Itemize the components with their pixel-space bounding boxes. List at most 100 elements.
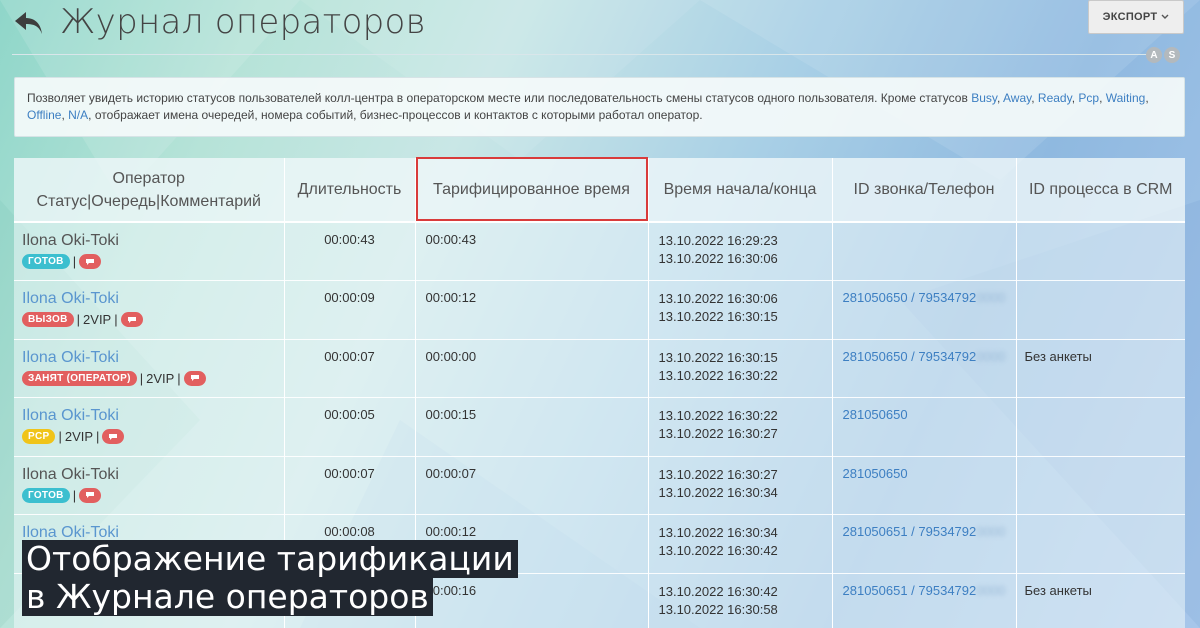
time-cell: 13.10.2022 16:30:06 13.10.2022 16:30:15 (648, 280, 833, 340)
info-text-2: , отображает имена очередей, номера собы… (88, 108, 703, 122)
comment-icon[interactable] (183, 370, 206, 386)
duration-cell: 00:00:43 (284, 222, 416, 281)
status-link-na[interactable]: N/A (68, 108, 88, 122)
start-time: 13.10.2022 16:30:22 (658, 408, 778, 424)
call-link[interactable]: 281050650 (843, 466, 908, 481)
end-time: 13.10.2022 16:30:34 (658, 484, 778, 500)
separator: | (76, 312, 81, 328)
status-link-waiting[interactable]: Waiting (1106, 91, 1146, 105)
status-link-offline[interactable]: Offline (27, 108, 61, 122)
duration-cell: 00:00:07 (284, 339, 416, 398)
comment-icon[interactable] (120, 312, 143, 328)
call-cell: 281050650 (832, 456, 1017, 515)
caption-overlay: Отображение тарификации в Журнале операт… (22, 540, 518, 616)
caption-line-1: Отображение тарификации (22, 540, 518, 578)
separator: | (72, 487, 77, 503)
phone-blurred: 0000 (976, 583, 1006, 599)
start-time: 13.10.2022 16:30:27 (658, 466, 778, 482)
col-crm-id[interactable]: ID процесса в CRM (1016, 158, 1185, 223)
status-badge: ВЫЗОВ (22, 312, 74, 328)
call-link[interactable]: 281050651 / 79534792 (843, 524, 977, 539)
status-badge: ГОТОВ (22, 254, 70, 269)
page-title: Журнал операторов (60, 2, 426, 42)
duration-cell: 00:00:05 (284, 397, 416, 457)
col-operator-line2: Статус|Очередь|Комментарий (36, 192, 261, 210)
call-cell: 281050650 / 795347920000 (832, 339, 1017, 398)
call-cell: 281050650 (832, 397, 1017, 457)
badge-s[interactable]: S (1164, 47, 1180, 63)
table-row[interactable]: Ilona Oki-Toki ЗАНЯТ (ОПЕРАТОР) | 2VIP | 0… (14, 339, 1185, 398)
header-divider (12, 54, 1147, 55)
table-header-row: Оператор Статус|Очередь|Комментарий Длит… (14, 157, 1185, 223)
col-tariffed[interactable]: Тарифицированное время (415, 157, 649, 223)
separator: | (139, 370, 144, 386)
crm-cell: Без анкеты (1024, 583, 1092, 599)
time-cell: 13.10.2022 16:30:15 13.10.2022 16:30:22 (648, 339, 833, 398)
col-start-end[interactable]: Время начала/конца (648, 158, 833, 223)
info-panel: Позволяет увидеть историю статусов польз… (14, 77, 1185, 137)
crm-cell: Без анкеты (1024, 348, 1092, 364)
call-link[interactable]: 281050650 (843, 407, 908, 422)
duration-cell: 00:00:07 (284, 456, 416, 515)
crm-cell (1016, 456, 1185, 515)
table-row[interactable]: Ilona Oki-Toki PCP | 2VIP | 00:00:05 00:00… (14, 397, 1185, 457)
page-header: Журнал операторов ЭКСПОРТ A S (0, 0, 1200, 63)
call-link[interactable]: 281050650 / 79534792 (843, 290, 977, 305)
start-time: 13.10.2022 16:30:06 (658, 291, 778, 307)
time-cell: 13.10.2022 16:30:27 13.10.2022 16:30:34 (648, 456, 833, 515)
tariffed-cell: 00:00:00 (415, 339, 649, 398)
col-call-id[interactable]: ID звонка/Телефон (832, 158, 1017, 223)
end-time: 13.10.2022 16:30:15 (658, 309, 778, 325)
back-arrow-icon[interactable] (12, 6, 46, 40)
comment-icon[interactable] (102, 429, 125, 445)
table-row[interactable]: Ilona Oki-Toki ВЫЗОВ | 2VIP | 00:00:09 00:… (14, 280, 1185, 340)
status-link-ready[interactable]: Ready (1038, 91, 1072, 105)
end-time: 13.10.2022 16:30:22 (658, 367, 778, 383)
call-link[interactable]: 281050651 / 79534792 (843, 583, 977, 598)
queue-label: 2VIP (64, 429, 94, 445)
end-time: 13.10.2022 16:30:42 (658, 543, 778, 559)
user-badges: A S (1146, 47, 1180, 63)
caption-line-2: в Журнале операторов (22, 578, 433, 616)
export-button[interactable]: ЭКСПОРТ (1088, 0, 1184, 34)
end-time: 13.10.2022 16:30:06 (658, 251, 778, 266)
call-link[interactable]: 281050650 / 79534792 (843, 349, 977, 364)
separator: | (114, 312, 118, 328)
col-operator[interactable]: Оператор Статус|Очередь|Комментарий (14, 158, 285, 223)
operator-name[interactable]: Ilona Oki-Toki (14, 407, 284, 425)
call-cell: 281050651 / 795347920000 (832, 573, 1017, 628)
operator-name[interactable]: Ilona Oki-Toki (14, 349, 284, 367)
start-time: 13.10.2022 16:30:34 (658, 525, 778, 541)
col-tariffed-label: Тарифицированное время (433, 180, 630, 198)
operator-status-line: PCP | 2VIP | (14, 429, 284, 445)
separator: | (58, 429, 62, 445)
table-row[interactable]: Ilona Oki-Toki ГОТОВ | 00:00:07 00:00:07… (14, 456, 1185, 515)
time-cell: 13.10.2022 16:30:42 13.10.2022 16:30:58 (648, 573, 833, 628)
tariffed-cell: 00:00:43 (415, 222, 649, 281)
crm-cell (1016, 515, 1185, 574)
chevron-down-icon (1161, 14, 1169, 19)
operator-status-line: ЗАНЯТ (ОПЕРАТОР) | 2VIP | (14, 370, 284, 386)
status-link-busy[interactable]: Busy (971, 91, 997, 105)
phone-blurred: 0000 (976, 348, 1006, 364)
queue-label: 2VIP (146, 370, 175, 386)
crm-cell (1016, 281, 1185, 340)
status-badge: PCP (22, 429, 56, 445)
operator-status-line: ВЫЗОВ | 2VIP | (14, 312, 284, 328)
status-link-away[interactable]: Away (1003, 91, 1031, 105)
comment-icon[interactable] (79, 254, 102, 269)
col-duration[interactable]: Длительность (284, 158, 416, 223)
info-text-1: Позволяет увидеть историю статусов польз… (27, 91, 972, 105)
table-row[interactable]: Ilona Oki-Toki ГОТОВ | 00:00:43 00:00:43… (14, 222, 1185, 281)
phone-blurred: 0000 (976, 524, 1006, 540)
badge-a[interactable]: A (1146, 47, 1162, 63)
start-time: 13.10.2022 16:29:23 (658, 233, 778, 248)
operator-name: Ilona Oki-Toki (22, 465, 119, 483)
comment-icon[interactable] (79, 487, 102, 503)
operator-name[interactable]: Ilona Oki-Toki (14, 290, 284, 308)
status-badge: ГОТОВ (22, 487, 70, 503)
duration-cell: 00:00:09 (284, 280, 416, 340)
separator: | (177, 370, 181, 386)
status-link-pcp[interactable]: Pcp (1078, 91, 1099, 105)
export-label: ЭКСПОРТ (1102, 11, 1158, 23)
